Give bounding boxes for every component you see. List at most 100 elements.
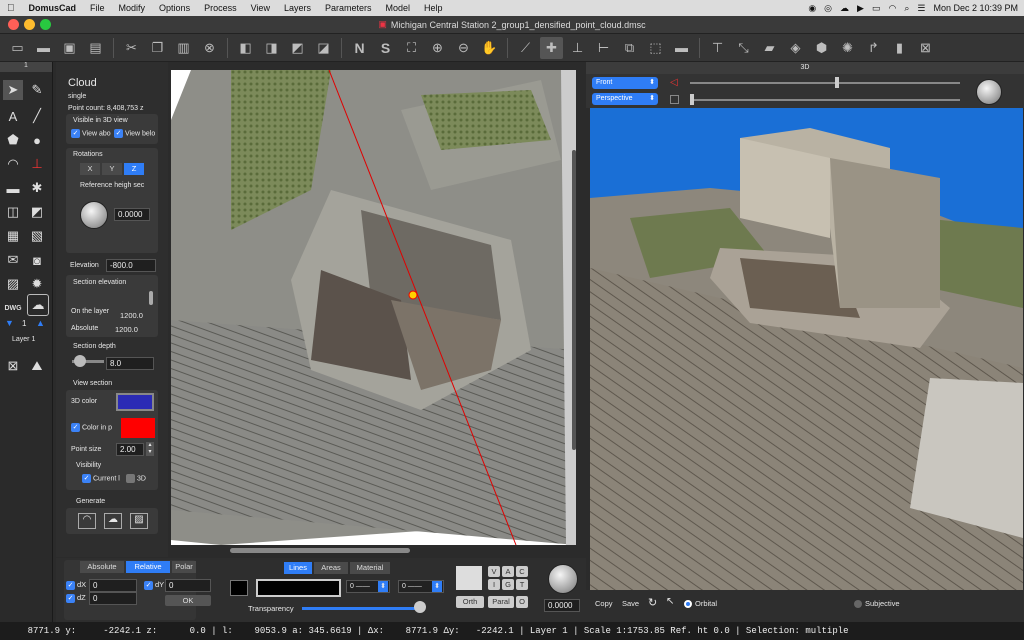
asterisk-icon[interactable]: ✱ bbox=[27, 178, 47, 198]
view-3d[interactable] bbox=[590, 108, 1023, 590]
camera-icon[interactable]: ◙ bbox=[27, 250, 47, 270]
record-icon[interactable]: ◉ bbox=[808, 3, 816, 14]
layers-back-icon[interactable]: ◧ bbox=[234, 37, 257, 59]
copy-button[interactable]: Copy bbox=[595, 599, 613, 608]
save-icon[interactable]: ▣ bbox=[58, 37, 81, 59]
dy-field[interactable]: 0 bbox=[165, 579, 211, 592]
view2d-vertical-scrollbar[interactable] bbox=[572, 150, 576, 450]
vertical-angle-thumb[interactable] bbox=[690, 94, 694, 105]
depth-field[interactable]: 8.0 bbox=[106, 357, 154, 370]
crosshair-icon[interactable]: ✚ bbox=[540, 36, 563, 59]
close-window-icon[interactable] bbox=[8, 19, 19, 30]
section-elevation-slider[interactable] bbox=[149, 291, 153, 305]
cut-icon[interactable]: ✂ bbox=[120, 37, 143, 59]
ortho-axes-icon[interactable]: ⊢ bbox=[592, 37, 615, 59]
menu-options[interactable]: Options bbox=[152, 3, 197, 13]
transparency-thumb[interactable] bbox=[414, 601, 426, 613]
envelope-icon[interactable]: ✉ bbox=[3, 250, 23, 270]
dimension-icon[interactable]: ⤡ bbox=[732, 37, 755, 59]
hatch-icon[interactable]: ▧ bbox=[27, 226, 47, 246]
dx-field[interactable]: 0 bbox=[89, 579, 137, 592]
tab-lines[interactable]: Lines bbox=[284, 562, 312, 574]
axis-z-button[interactable]: Z bbox=[124, 163, 144, 175]
three-d-checkbox[interactable]: 3D bbox=[126, 474, 146, 483]
snap-v[interactable]: V bbox=[488, 566, 500, 577]
line-tool-icon[interactable]: ⟋ bbox=[514, 37, 537, 59]
ruler-bar-icon[interactable]: ▬ bbox=[670, 37, 693, 59]
view-direction-select[interactable]: Front ⬍ bbox=[592, 77, 658, 89]
ortho-button[interactable]: Orth bbox=[456, 596, 484, 608]
select-cursor-icon[interactable]: ⬚ bbox=[644, 37, 667, 59]
pan-hand-icon[interactable]: ✋ bbox=[478, 37, 501, 59]
open-icon[interactable]: ▬ bbox=[32, 37, 55, 59]
tab-relative[interactable]: Relative bbox=[126, 561, 170, 573]
view-above-checkbox[interactable]: ✓ View abo bbox=[71, 129, 111, 138]
save-button[interactable]: Save bbox=[622, 599, 639, 608]
line-style-preview[interactable] bbox=[256, 579, 341, 597]
point-size-stepper[interactable]: ▴ ▾ bbox=[146, 442, 154, 456]
rectangle-icon[interactable]: ▬ bbox=[3, 178, 23, 198]
print-icon[interactable]: ▤ bbox=[84, 37, 107, 59]
circle-icon[interactable]: ● bbox=[27, 130, 47, 150]
ruler-icon[interactable]: ▰ bbox=[758, 37, 781, 59]
box-icon[interactable]: ◫ bbox=[3, 202, 23, 222]
measure-icon[interactable]: ⊤ bbox=[706, 37, 729, 59]
arc-icon[interactable]: ◠ bbox=[3, 154, 23, 174]
horizontal-angle-thumb[interactable] bbox=[835, 77, 839, 88]
wall-icon[interactable]: ▮ bbox=[888, 37, 911, 59]
new-icon[interactable]: ▭ bbox=[6, 37, 29, 59]
apple-icon[interactable]:  bbox=[0, 3, 22, 14]
menu-modify[interactable]: Modify bbox=[112, 3, 153, 13]
tab-polar[interactable]: Polar bbox=[172, 561, 196, 573]
snap-g[interactable]: G bbox=[502, 579, 514, 590]
elevation-field[interactable]: -800.0 bbox=[106, 259, 156, 272]
ok-button[interactable]: OK bbox=[165, 595, 211, 606]
dimension-tool-icon[interactable]: ⊥ bbox=[27, 154, 47, 174]
menu-view[interactable]: View bbox=[244, 3, 277, 13]
cloud-tool-icon[interactable]: ☁ bbox=[27, 294, 49, 316]
copy-frame-icon[interactable]: ⧉ bbox=[618, 37, 641, 59]
angle-knob[interactable] bbox=[548, 564, 578, 594]
frame-icon[interactable]: ⊠ bbox=[914, 37, 937, 59]
parallel-button[interactable]: Paral bbox=[488, 596, 514, 608]
menu-process[interactable]: Process bbox=[197, 3, 244, 13]
graph-preview-icon[interactable] bbox=[456, 566, 482, 590]
snap-o[interactable]: O bbox=[516, 596, 528, 608]
axis-icon[interactable]: ⊥ bbox=[566, 37, 589, 59]
stack-icon[interactable]: ◈ bbox=[784, 37, 807, 59]
menu-file[interactable]: File bbox=[83, 3, 112, 13]
layers-front-icon[interactable]: ◨ bbox=[260, 37, 283, 59]
generate-terrain-icon[interactable]: ◠ bbox=[78, 513, 96, 529]
snap-c[interactable]: C bbox=[516, 566, 528, 577]
color-3d-swatch[interactable] bbox=[116, 393, 154, 411]
menu-parameters[interactable]: Parameters bbox=[318, 3, 379, 13]
s-snap-icon[interactable]: S bbox=[374, 37, 397, 59]
snap-i[interactable]: I bbox=[488, 579, 500, 590]
view-rotation-knob[interactable] bbox=[976, 79, 1002, 105]
palette-tab[interactable]: 1 bbox=[0, 62, 52, 72]
line-icon[interactable]: ╱ bbox=[27, 106, 47, 126]
dy-checkbox[interactable]: ✓ dY bbox=[144, 580, 164, 590]
pencil-icon[interactable]: ✎ bbox=[27, 80, 47, 100]
bring-front-icon[interactable]: ◩ bbox=[286, 37, 309, 59]
cursor-icon[interactable]: ↖ bbox=[666, 596, 674, 607]
rotation-knob[interactable] bbox=[80, 201, 108, 229]
pointer-icon[interactable]: ➤ bbox=[3, 80, 23, 100]
grid-icon[interactable]: ▦ bbox=[3, 226, 23, 246]
rotation-value-field[interactable]: 0.0000 bbox=[114, 208, 150, 221]
terrain-icon[interactable]: ⛰ bbox=[27, 356, 47, 376]
delete-icon[interactable]: ⊗ bbox=[198, 37, 221, 59]
dx-checkbox[interactable]: ✓ dX bbox=[66, 580, 86, 590]
axis-y-button[interactable]: Y bbox=[102, 163, 122, 175]
line-width-select[interactable]: 0 —— ⬍ bbox=[346, 580, 390, 593]
subjective-radio[interactable]: Subjective bbox=[854, 599, 900, 609]
send-back-icon[interactable]: ◪ bbox=[312, 37, 335, 59]
text-icon[interactable]: A bbox=[3, 106, 23, 126]
image-frame-icon[interactable]: ⊠ bbox=[3, 356, 23, 376]
view-2d[interactable] bbox=[171, 70, 576, 545]
horizontal-angle-slider[interactable] bbox=[690, 82, 960, 84]
n-snap-icon[interactable]: N bbox=[348, 37, 371, 59]
generate-mesh-icon[interactable]: ☁ bbox=[104, 513, 122, 529]
color-in-checkbox[interactable]: ✓ Color in p bbox=[71, 423, 112, 432]
tab-material[interactable]: Material bbox=[350, 562, 390, 574]
